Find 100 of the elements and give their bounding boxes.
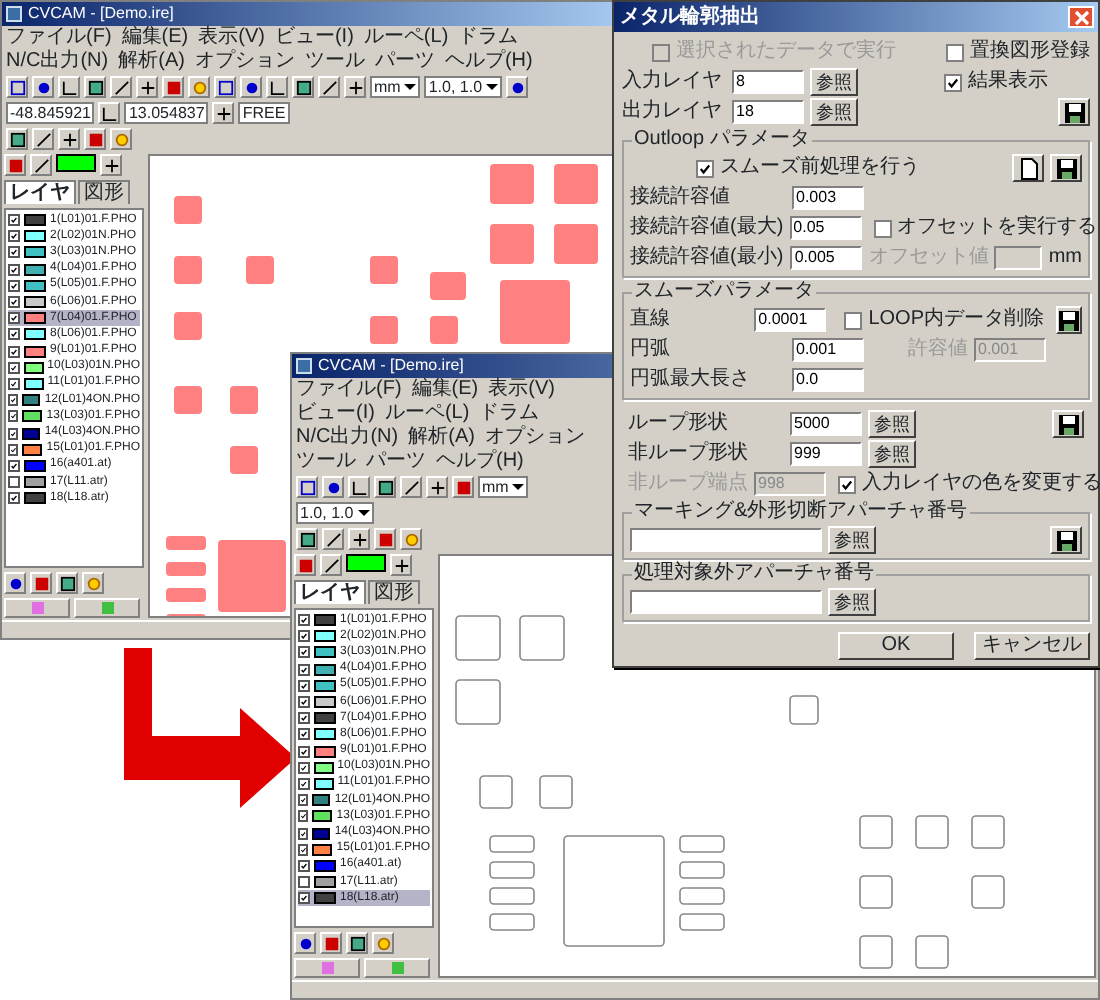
toolbar-icon[interactable] — [58, 128, 80, 150]
browse-button[interactable]: 参照 — [810, 98, 858, 126]
checkbox[interactable] — [8, 263, 20, 276]
checkbox[interactable] — [838, 475, 856, 493]
checkbox[interactable] — [8, 328, 20, 341]
unit-dropdown[interactable]: mm — [478, 476, 529, 498]
panel-tab[interactable]: レイヤ — [4, 180, 76, 204]
dialog-button[interactable]: OK — [838, 632, 954, 660]
checkbox[interactable] — [298, 728, 310, 741]
checkbox[interactable] — [298, 696, 310, 709]
checkbox[interactable] — [8, 410, 19, 423]
save-button[interactable] — [1052, 410, 1084, 438]
checkbox[interactable] — [298, 810, 309, 823]
save-button[interactable] — [1050, 526, 1082, 554]
menu-item[interactable]: オプション — [194, 50, 295, 74]
checkbox[interactable] — [298, 761, 310, 774]
menu-item[interactable]: ルーペ(L) — [363, 26, 449, 50]
menu-item[interactable]: ツール — [296, 450, 356, 474]
toolbar-icon[interactable] — [400, 476, 422, 498]
menu-item[interactable]: N/C出力(N) — [6, 50, 109, 74]
text-field[interactable]: 5000 — [790, 412, 862, 436]
checkbox[interactable] — [298, 745, 310, 758]
current-color-swatch[interactable] — [346, 554, 386, 572]
checkbox[interactable] — [844, 311, 863, 329]
toolbar-icon[interactable] — [322, 528, 344, 550]
text-field[interactable]: 0.05 — [789, 216, 862, 240]
panel-tab[interactable]: 図形 — [368, 580, 420, 604]
toolbar-icon[interactable] — [56, 572, 78, 594]
menu-item[interactable]: ヘルプ(H) — [444, 50, 533, 74]
checkbox[interactable] — [298, 843, 309, 856]
checkbox[interactable] — [298, 794, 309, 807]
toolbar-icon[interactable] — [136, 76, 158, 98]
text-field[interactable]: 18 — [732, 100, 804, 124]
panel-button[interactable] — [4, 598, 70, 618]
checkbox[interactable] — [8, 459, 20, 472]
save-button[interactable] — [1058, 98, 1090, 126]
checkbox[interactable] — [8, 443, 19, 456]
checkbox[interactable] — [298, 663, 310, 676]
save-button[interactable] — [1056, 306, 1082, 334]
text-field[interactable] — [630, 590, 822, 614]
toolbar-icon[interactable] — [84, 76, 106, 98]
checkbox[interactable] — [944, 73, 962, 91]
checkbox[interactable] — [298, 859, 310, 872]
grid-dropdown[interactable]: 1.0, 1.0 — [424, 76, 503, 98]
toolbar-icon[interactable] — [318, 76, 340, 98]
menu-item[interactable]: 編集(E) — [121, 26, 189, 50]
panel-tab[interactable]: 図形 — [78, 180, 130, 204]
menu-item[interactable]: 表示(V) — [198, 26, 265, 50]
text-field[interactable]: 0.0 — [792, 368, 864, 392]
toolbar-icon[interactable] — [214, 76, 236, 98]
close-button[interactable] — [1068, 6, 1094, 28]
checkbox[interactable] — [696, 159, 714, 177]
toolbar-icon[interactable] — [6, 76, 28, 98]
toolbar-icon[interactable] — [266, 76, 288, 98]
checkbox[interactable] — [8, 279, 20, 292]
menu-item[interactable]: 解析(A) — [408, 426, 475, 450]
menu-item[interactable]: パーツ — [374, 50, 435, 74]
menu-item[interactable]: ファイル(F) — [6, 26, 112, 50]
toolbar-icon[interactable] — [348, 528, 370, 550]
menu-item[interactable]: ヘルプ(H) — [436, 450, 524, 474]
menu-item[interactable]: 表示(V) — [488, 378, 555, 402]
menu-item[interactable]: ビュー(I) — [274, 26, 354, 50]
toolbar-icon[interactable] — [30, 154, 52, 176]
new-button[interactable] — [1012, 154, 1044, 182]
menu-item[interactable]: 解析(A) — [118, 50, 185, 74]
toolbar-icon[interactable] — [344, 76, 366, 98]
menu-item[interactable]: ファイル(F) — [296, 378, 402, 402]
unit-dropdown[interactable]: mm — [370, 76, 421, 98]
checkbox[interactable] — [298, 679, 310, 692]
checkbox[interactable] — [298, 712, 310, 725]
text-field[interactable]: 999 — [790, 442, 862, 466]
checkbox[interactable] — [8, 476, 20, 489]
panel-button[interactable] — [74, 598, 140, 618]
checkbox[interactable] — [298, 892, 310, 905]
checkbox[interactable] — [298, 646, 310, 659]
text-field[interactable]: 0.003 — [792, 186, 864, 210]
checkbox[interactable] — [298, 827, 309, 840]
toolbar-icon[interactable] — [296, 528, 318, 550]
browse-button[interactable]: 参照 — [810, 68, 858, 96]
checkbox[interactable] — [298, 777, 310, 790]
toolbar-icon[interactable] — [426, 476, 448, 498]
menu-item[interactable]: ルーペ(L) — [384, 402, 470, 426]
text-field[interactable]: 0.0001 — [754, 308, 827, 332]
toolbar-icon[interactable] — [6, 128, 28, 150]
checkbox[interactable] — [8, 492, 20, 505]
checkbox[interactable] — [8, 394, 19, 407]
menu-item[interactable]: オプション — [484, 426, 585, 450]
browse-button[interactable]: 参照 — [828, 588, 876, 616]
toolbar-icon[interactable] — [320, 554, 342, 576]
checkbox[interactable] — [8, 427, 19, 440]
checkbox[interactable] — [8, 312, 20, 325]
panel-tab[interactable]: レイヤ — [294, 580, 366, 604]
checkbox[interactable] — [8, 246, 20, 259]
text-field[interactable]: 0.005 — [790, 246, 863, 270]
panel-button[interactable] — [294, 958, 360, 978]
toolbar-icon[interactable] — [100, 154, 122, 176]
checkbox[interactable] — [873, 219, 892, 237]
checkbox[interactable] — [8, 377, 20, 390]
toolbar-icon[interactable] — [296, 476, 318, 498]
browse-button[interactable]: 参照 — [868, 440, 916, 468]
